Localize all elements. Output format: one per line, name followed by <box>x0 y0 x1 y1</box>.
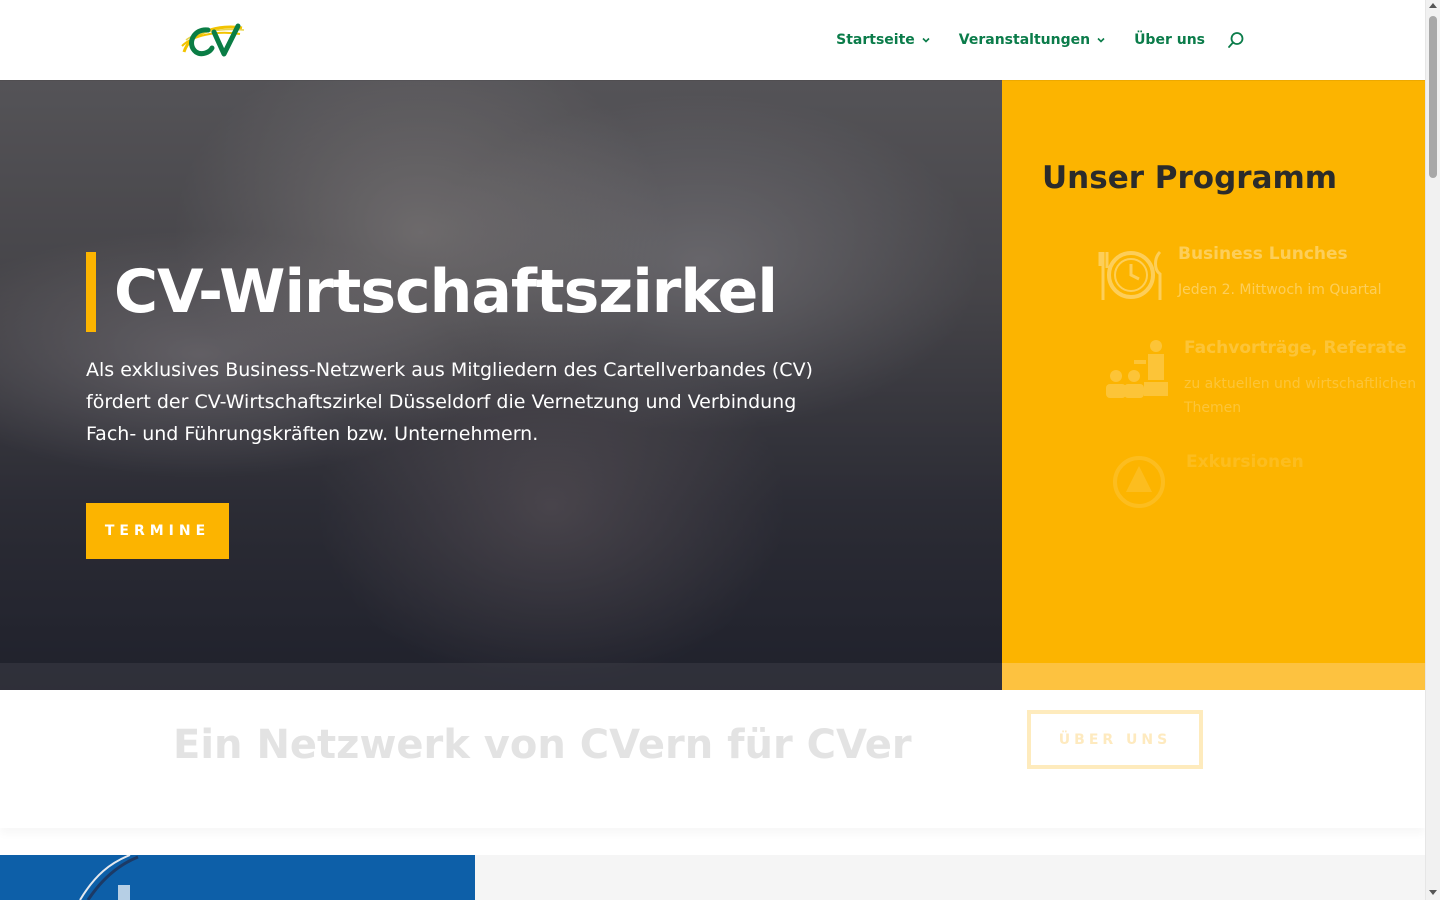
hero-title-wrap: CV-Wirtschaftszirkel <box>86 252 846 332</box>
vertical-scrollbar[interactable] <box>1425 0 1440 900</box>
hero-section: CV-Wirtschaftszirkel Als exklusives Busi… <box>0 80 1002 690</box>
program-item-texts: Business Lunches Jeden 2. Mittwoch im Qu… <box>1178 244 1382 306</box>
chevron-down-icon <box>1097 37 1105 43</box>
program-item-exkursionen: Exkursionen <box>1106 452 1304 514</box>
program-bottom-band <box>1002 663 1425 690</box>
excursion-icon <box>1113 456 1165 508</box>
nav-label: Veranstaltungen <box>958 32 1091 48</box>
chevron-down-icon <box>922 37 930 43</box>
lunch-clock-icon <box>1098 250 1162 300</box>
cv-logo[interactable] <box>180 22 246 58</box>
program-title: Unser Programm <box>1042 160 1338 196</box>
program-item-texts: Fachvorträge, Referate zu aktuellen und … <box>1184 338 1416 420</box>
nav-label: Startseite <box>836 32 915 48</box>
hero-title: CV-Wirtschaftszirkel <box>114 257 778 327</box>
main-nav: Startseite Veranstaltungen Über uns <box>808 0 1245 80</box>
nav-startseite[interactable]: Startseite <box>836 32 931 48</box>
hero-text: Als exklusives Business-Netzwerk aus Mit… <box>86 359 813 445</box>
program-item-name: Exkursionen <box>1186 452 1304 472</box>
scroll-up-icon[interactable] <box>1429 3 1437 8</box>
termine-button[interactable]: TERMINE <box>86 503 229 559</box>
bottom-image-graphic <box>79 855 139 900</box>
hero-bottom-band <box>0 663 1002 690</box>
scroll-thumb[interactable] <box>1429 16 1437 178</box>
hero-content: CV-Wirtschaftszirkel Als exklusives Busi… <box>86 252 846 559</box>
nav-ueber-uns[interactable]: Über uns <box>1134 32 1205 48</box>
program-item-texts: Exkursionen <box>1186 452 1304 514</box>
nav-label: Über uns <box>1134 32 1205 48</box>
ueber-uns-button[interactable]: ÜBER UNS <box>1027 710 1203 769</box>
program-item-fachvortraege: Fachvorträge, Referate zu aktuellen und … <box>1104 338 1416 420</box>
network-section: Ein Netzwerk von CVern für CVer ÜBER UNS <box>0 690 1425 828</box>
scroll-down-icon[interactable] <box>1429 890 1437 895</box>
bottom-content-area <box>475 855 1425 900</box>
bottom-image <box>0 855 475 900</box>
program-item-desc: zu aktuellen und wirtschaftlichen Themen <box>1184 376 1417 416</box>
network-title: Ein Netzwerk von CVern für CVer <box>173 722 912 768</box>
nav-veranstaltungen[interactable]: Veranstaltungen <box>959 32 1106 48</box>
presentation-icon <box>1106 340 1168 398</box>
site-header: Startseite Veranstaltungen Über uns <box>0 0 1425 80</box>
program-item-business-lunches: Business Lunches Jeden 2. Mittwoch im Qu… <box>1098 244 1382 306</box>
program-item-name: Business Lunches <box>1178 244 1348 264</box>
program-item-desc: Jeden 2. Mittwoch im Quartal <box>1178 282 1382 298</box>
search-icon[interactable] <box>1227 31 1245 49</box>
program-item-name: Fachvorträge, Referate <box>1184 338 1407 358</box>
program-panel: Unser Programm Business Lunches Jeden 2.… <box>1002 80 1425 690</box>
